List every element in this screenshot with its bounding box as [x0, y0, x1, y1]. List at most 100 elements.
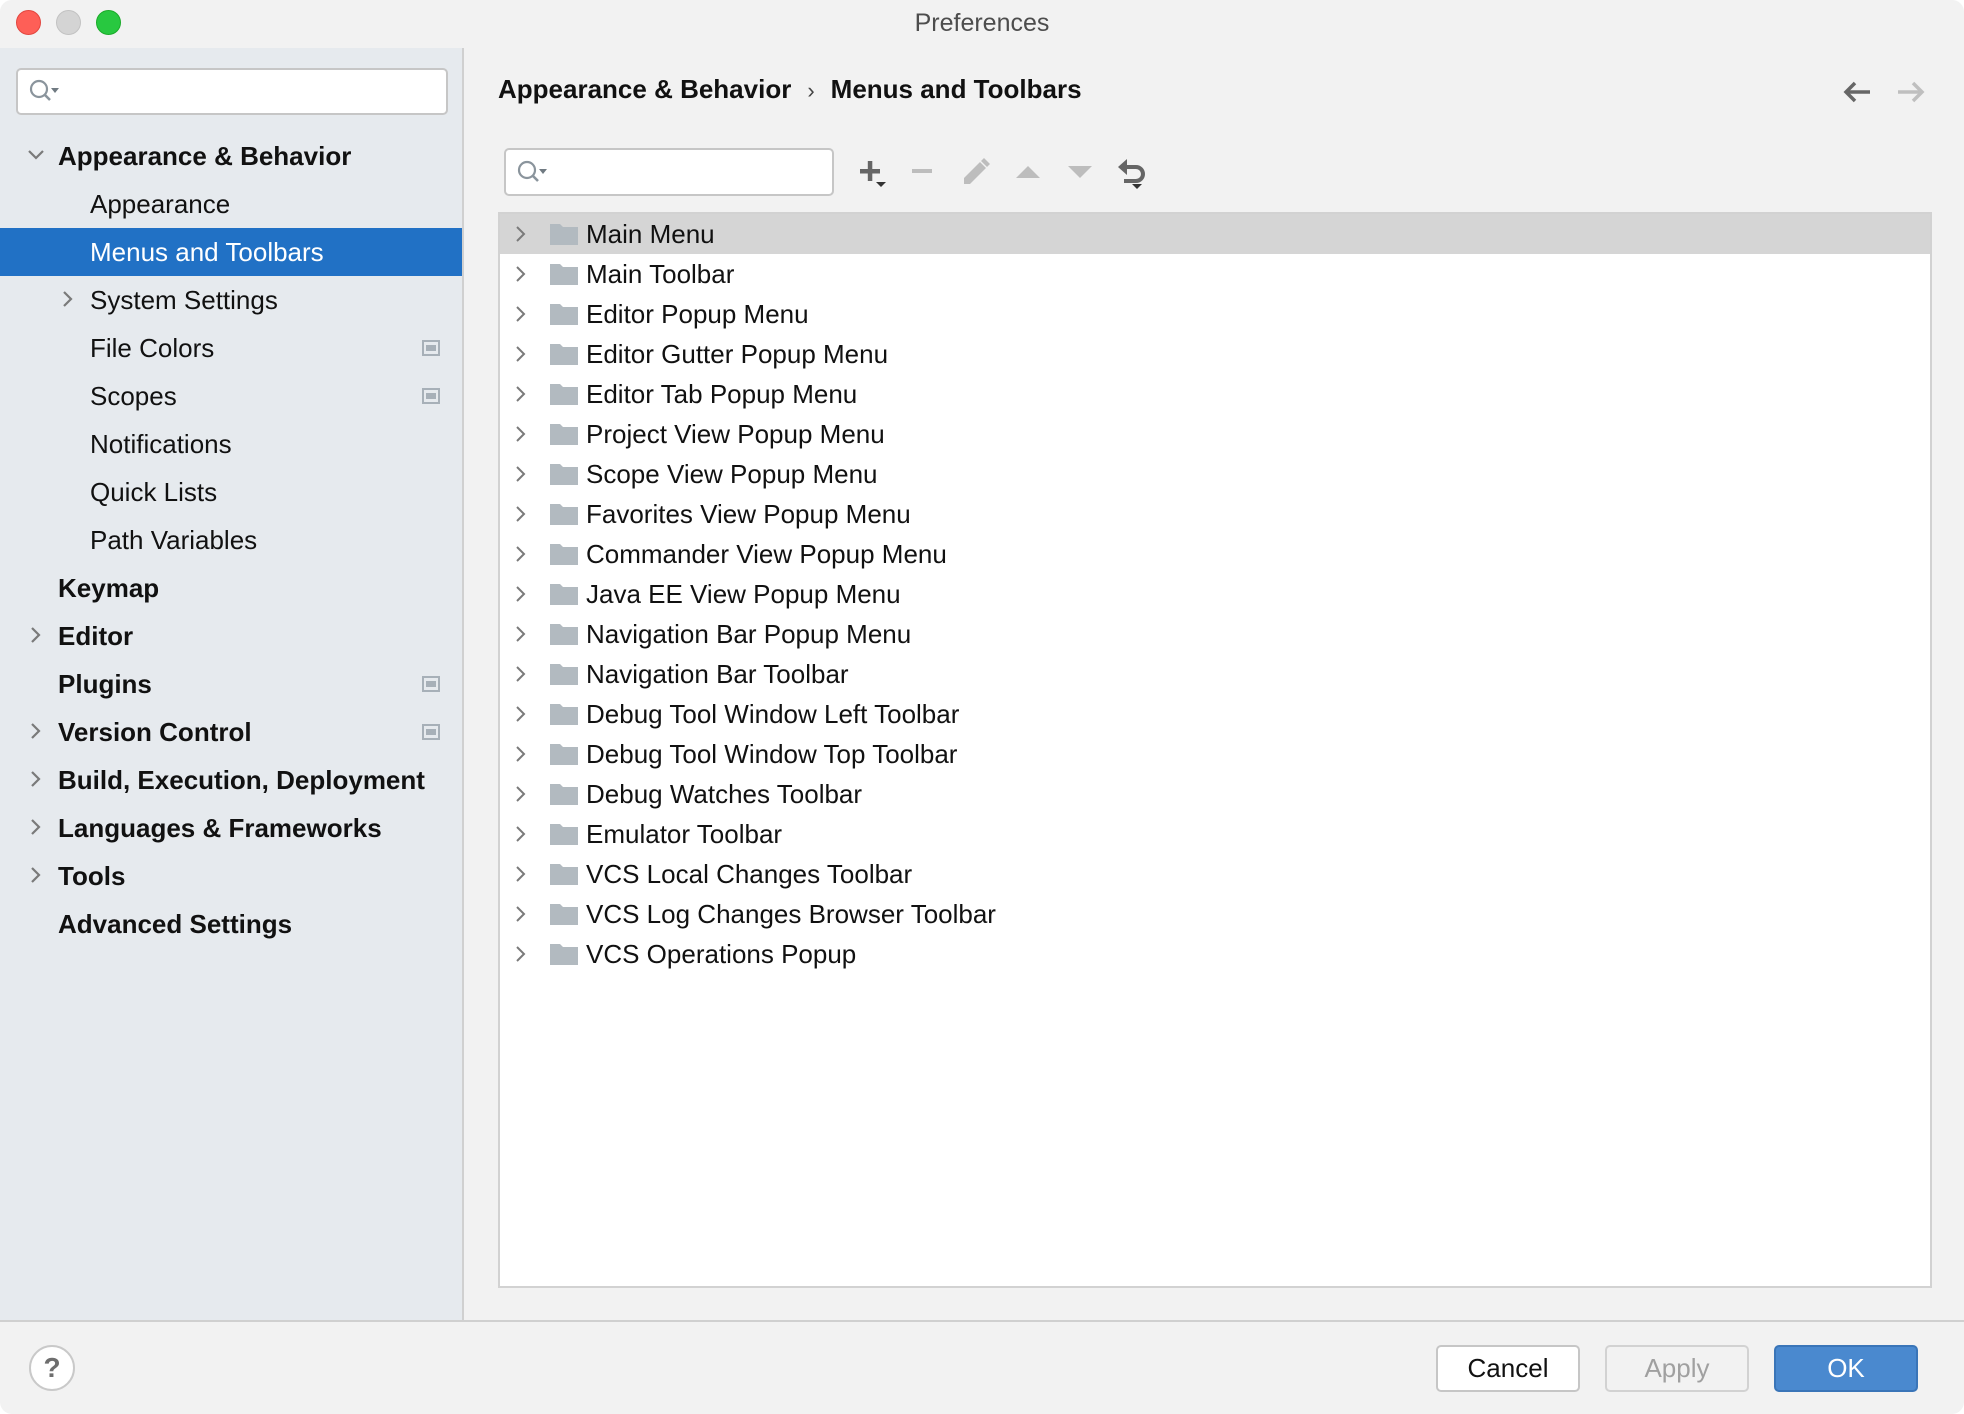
pencil-icon [964, 158, 990, 184]
sidebar-item[interactable]: Menus and Toolbars [0, 228, 462, 276]
folder-icon [550, 344, 578, 365]
folder-icon [550, 864, 578, 885]
chevron-right-icon[interactable] [514, 904, 528, 924]
sidebar-item[interactable]: Build, Execution, Deployment [0, 756, 462, 804]
sidebar-item[interactable]: File Colors [0, 324, 462, 372]
ok-button[interactable]: OK [1774, 1345, 1918, 1392]
chevron-right-icon[interactable] [26, 804, 46, 852]
folder-icon [550, 624, 578, 645]
apply-button[interactable]: Apply [1605, 1345, 1749, 1392]
chevron-right-icon[interactable] [514, 344, 528, 364]
chevron-right-icon[interactable] [514, 224, 528, 244]
chevron-right-icon[interactable] [514, 744, 528, 764]
tree-row[interactable]: Editor Gutter Popup Menu [500, 334, 1930, 374]
tree-row[interactable]: Editor Tab Popup Menu [500, 374, 1930, 414]
sidebar-item[interactable]: Notifications [0, 420, 462, 468]
tree-row[interactable]: Project View Popup Menu [500, 414, 1930, 454]
tree-row[interactable]: VCS Local Changes Toolbar [500, 854, 1930, 894]
sidebar-item[interactable]: System Settings [0, 276, 462, 324]
project-level-icon [422, 340, 440, 356]
sidebar-item[interactable]: Path Variables [0, 516, 462, 564]
settings-tree: Appearance & Behavior Appearance Menus and… [0, 132, 462, 948]
move-down-button[interactable] [1060, 152, 1100, 192]
tree-row[interactable]: Main Menu [500, 214, 1930, 254]
tree-row[interactable]: Favorites View Popup Menu [500, 494, 1930, 534]
sidebar-item[interactable]: Languages & Frameworks [0, 804, 462, 852]
sidebar-item[interactable]: Appearance [0, 180, 462, 228]
tree-row[interactable]: Emulator Toolbar [500, 814, 1930, 854]
settings-sidebar: Appearance & Behavior Appearance Menus and… [0, 48, 464, 1320]
cancel-button[interactable]: Cancel [1436, 1345, 1580, 1392]
tree-row[interactable]: Debug Tool Window Left Toolbar [500, 694, 1930, 734]
chevron-right-icon[interactable] [514, 704, 528, 724]
chevron-right-icon[interactable] [514, 784, 528, 804]
sidebar-item[interactable]: Advanced Settings [0, 900, 462, 948]
chevron-right-icon[interactable] [26, 708, 46, 756]
folder-icon [550, 384, 578, 405]
sidebar-item[interactable]: Quick Lists [0, 468, 462, 516]
chevron-right-icon[interactable] [514, 384, 528, 404]
chevron-right-icon[interactable] [514, 664, 528, 684]
tree-row[interactable]: Debug Tool Window Top Toolbar [500, 734, 1930, 774]
sidebar-item[interactable]: Editor [0, 612, 462, 660]
chevron-down-icon[interactable] [26, 132, 46, 180]
breadcrumb-parent[interactable]: Appearance & Behavior [498, 74, 791, 104]
chevron-right-icon[interactable] [514, 944, 528, 964]
tree-row[interactable]: Commander View Popup Menu [500, 534, 1930, 574]
tree-row-label: Java EE View Popup Menu [586, 579, 901, 609]
sidebar-item-label: Editor [58, 621, 134, 651]
sidebar-item[interactable]: Scopes [0, 372, 462, 420]
help-button[interactable]: ? [29, 1345, 75, 1391]
tree-row-label: Commander View Popup Menu [586, 539, 947, 569]
chevron-right-icon[interactable] [514, 544, 528, 564]
sidebar-item[interactable]: Appearance & Behavior [0, 132, 462, 180]
chevron-right-icon[interactable] [514, 304, 528, 324]
tree-row[interactable]: Scope View Popup Menu [500, 454, 1930, 494]
chevron-right-icon[interactable] [514, 464, 528, 484]
sidebar-item[interactable]: Plugins [0, 660, 462, 708]
chevron-right-icon[interactable] [26, 612, 46, 660]
chevron-right-icon[interactable] [514, 824, 528, 844]
chevron-right-icon[interactable] [26, 852, 46, 900]
chevron-right-icon[interactable] [26, 756, 46, 804]
tree-row[interactable]: Navigation Bar Popup Menu [500, 614, 1930, 654]
sidebar-item[interactable]: Version Control [0, 708, 462, 756]
restore-defaults-button[interactable] [1112, 152, 1152, 192]
tree-row[interactable]: Java EE View Popup Menu [500, 574, 1930, 614]
actions-search-input[interactable] [504, 148, 834, 196]
chevron-right-icon[interactable] [58, 276, 78, 324]
chevron-right-icon[interactable] [514, 264, 528, 284]
sidebar-item[interactable]: Keymap [0, 564, 462, 612]
tree-row[interactable]: Navigation Bar Toolbar [500, 654, 1930, 694]
chevron-right-icon[interactable] [514, 504, 528, 524]
chevron-right-icon[interactable] [514, 584, 528, 604]
tree-row[interactable]: Main Toolbar [500, 254, 1930, 294]
remove-action-button[interactable] [904, 152, 944, 192]
sidebar-search-input[interactable] [16, 68, 448, 115]
tree-row-label: Project View Popup Menu [586, 419, 885, 449]
search-icon [29, 79, 59, 101]
chevron-right-icon[interactable] [514, 424, 528, 444]
tree-row[interactable]: Editor Popup Menu [500, 294, 1930, 334]
sidebar-item-label: Appearance & Behavior [58, 141, 352, 171]
folder-icon [550, 584, 578, 605]
footer-divider [0, 1320, 1964, 1322]
folder-icon [550, 464, 578, 485]
add-action-button[interactable] [852, 152, 892, 192]
folder-icon [550, 424, 578, 445]
folder-icon [550, 224, 578, 245]
project-level-icon [422, 676, 440, 692]
forward-button[interactable] [1896, 78, 1926, 106]
tree-row-label: Navigation Bar Popup Menu [586, 619, 912, 649]
folder-icon [550, 264, 578, 285]
sidebar-item[interactable]: Tools [0, 852, 462, 900]
edit-action-button[interactable] [956, 152, 996, 192]
chevron-right-icon[interactable] [514, 624, 528, 644]
tree-row[interactable]: VCS Operations Popup [500, 934, 1930, 974]
tree-row-label: Editor Popup Menu [586, 299, 809, 329]
back-button[interactable] [1842, 78, 1872, 106]
tree-row[interactable]: VCS Log Changes Browser Toolbar [500, 894, 1930, 934]
tree-row[interactable]: Debug Watches Toolbar [500, 774, 1930, 814]
move-up-button[interactable] [1008, 152, 1048, 192]
chevron-right-icon[interactable] [514, 864, 528, 884]
